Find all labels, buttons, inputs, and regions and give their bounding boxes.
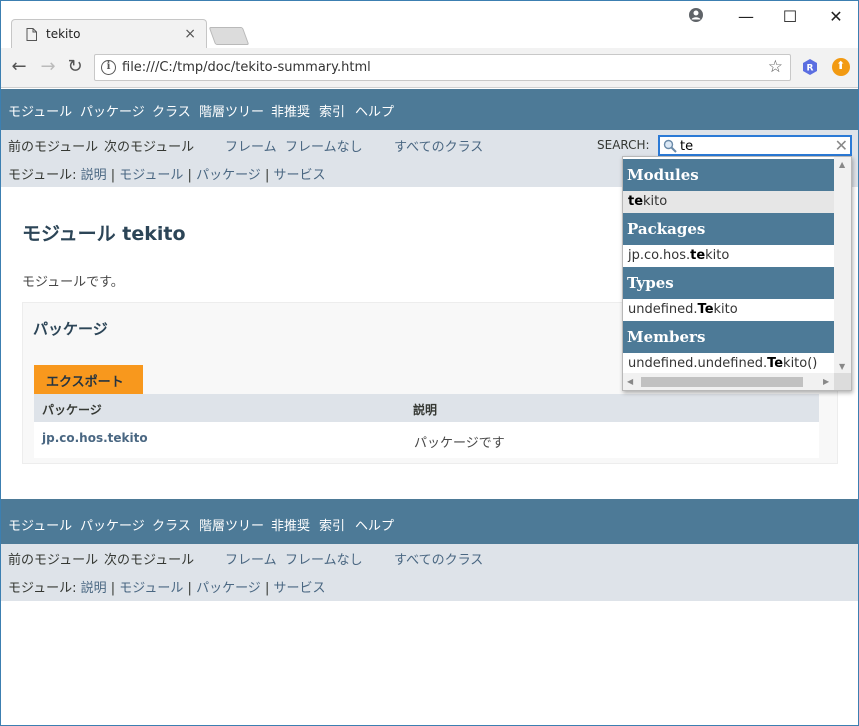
title-bar: tekito × — ☐ ✕ bbox=[1, 1, 858, 49]
ac-vertical-scrollbar[interactable]: ▲ ▼ bbox=[834, 157, 851, 374]
packages-heading: パッケージ bbox=[33, 320, 108, 338]
tab-close-icon[interactable]: × bbox=[184, 26, 196, 42]
scroll-left-icon[interactable]: ◀ bbox=[627, 377, 633, 386]
nav-help[interactable]: ヘルプ bbox=[355, 101, 394, 120]
bottom-nav-tree[interactable]: 階層ツリー bbox=[199, 515, 264, 534]
ac-category-modules: Modules bbox=[623, 159, 835, 191]
nav-package[interactable]: パッケージ bbox=[80, 101, 145, 120]
document-icon bbox=[26, 28, 37, 41]
address-bar[interactable]: i file:///C:/tmp/doc/tekito-summary.html… bbox=[94, 54, 791, 81]
ac-category-members: Members bbox=[623, 321, 835, 353]
search-icon bbox=[663, 139, 677, 153]
package-link[interactable]: jp.co.hos.tekito bbox=[42, 431, 148, 445]
maximize-button[interactable]: ☐ bbox=[780, 7, 800, 26]
back-button[interactable]: ← bbox=[9, 57, 29, 77]
url-text[interactable]: file:///C:/tmp/doc/tekito-summary.html bbox=[122, 60, 371, 75]
bottom-nav-module[interactable]: モジュール bbox=[8, 515, 72, 534]
bottom-nav-class[interactable]: クラス bbox=[152, 515, 191, 534]
ac-horizontal-scrollbar[interactable]: ◀ ▶ bbox=[623, 373, 835, 390]
nav-deprecated[interactable]: 非推奨 bbox=[271, 101, 310, 120]
bottom-breadcrumb-modules[interactable]: モジュール bbox=[119, 581, 183, 596]
bottom-nav-index[interactable]: 索引 bbox=[319, 515, 345, 534]
minimize-button[interactable]: — bbox=[736, 7, 756, 26]
no-frames-link[interactable]: フレームなし bbox=[285, 136, 363, 155]
breadcrumb: モジュール: 説明 | モジュール | パッケージ | サービス bbox=[8, 168, 326, 183]
frames-link[interactable]: フレーム bbox=[225, 136, 277, 155]
ac-item-type[interactable]: undefined.Tekito bbox=[623, 299, 835, 321]
column-header-package: パッケージ bbox=[42, 403, 102, 417]
svg-text:R: R bbox=[807, 64, 814, 74]
breadcrumb-modules[interactable]: モジュール bbox=[119, 168, 183, 183]
search-autocomplete: Modules tekito Packages jp.co.hos.tekito… bbox=[622, 156, 852, 391]
page-title: モジュール tekito bbox=[22, 223, 186, 245]
profile-icon[interactable] bbox=[688, 7, 704, 23]
table-row: jp.co.hos.tekito パッケージです bbox=[34, 422, 819, 458]
all-classes-link[interactable]: すべてのクラス bbox=[394, 136, 483, 155]
top-nav-bar: モジュール パッケージ クラス 階層ツリー 非推奨 索引 ヘルプ bbox=[1, 89, 858, 130]
bottom-no-frames-link[interactable]: フレームなし bbox=[285, 549, 363, 568]
prev-module-link[interactable]: 前のモジュール bbox=[8, 136, 98, 155]
scroll-right-icon[interactable]: ▶ bbox=[823, 377, 829, 386]
bottom-nav-bar: モジュール パッケージ クラス 階層ツリー 非推奨 索引 ヘルプ bbox=[1, 499, 858, 544]
search-input[interactable] bbox=[680, 138, 830, 154]
ac-item-member[interactable]: undefined.undefined.Tekito() bbox=[623, 353, 835, 375]
bottom-breadcrumb-packages[interactable]: パッケージ bbox=[196, 581, 261, 596]
breadcrumb-description[interactable]: 説明 bbox=[81, 168, 107, 183]
info-icon[interactable]: i bbox=[101, 60, 116, 75]
extension-upload-icon[interactable]: ⬆ bbox=[832, 58, 850, 76]
ac-item-module[interactable]: tekito bbox=[623, 191, 835, 213]
browser-tab[interactable]: tekito × bbox=[11, 19, 207, 49]
clear-search-icon[interactable]: ✕ bbox=[835, 136, 848, 155]
nav-index[interactable]: 索引 bbox=[319, 101, 345, 120]
scroll-down-icon[interactable]: ▼ bbox=[839, 362, 845, 371]
search-box[interactable]: ✕ bbox=[658, 135, 852, 156]
ac-category-types: Types bbox=[623, 267, 835, 299]
module-description: モジュールです。 bbox=[22, 275, 124, 290]
nav-module[interactable]: モジュール bbox=[8, 101, 72, 120]
bottom-prev-module-link[interactable]: 前のモジュール bbox=[8, 549, 98, 568]
reload-button[interactable]: ↻ bbox=[65, 57, 85, 77]
bottom-breadcrumb-description[interactable]: 説明 bbox=[81, 581, 107, 596]
tab-title: tekito bbox=[46, 27, 81, 41]
table-header: パッケージ 説明 bbox=[34, 394, 819, 422]
ac-item-package[interactable]: jp.co.hos.tekito bbox=[623, 245, 835, 267]
nav-tree[interactable]: 階層ツリー bbox=[199, 101, 264, 120]
ac-horizontal-thumb[interactable] bbox=[641, 377, 803, 387]
bottom-breadcrumb-services[interactable]: サービス bbox=[273, 581, 325, 596]
column-header-description: 説明 bbox=[413, 403, 438, 417]
bottom-nav-package[interactable]: パッケージ bbox=[80, 515, 145, 534]
new-tab-button[interactable] bbox=[208, 27, 250, 45]
sub-nav-bottom: 前のモジュール 次のモジュール フレーム フレームなし すべてのクラス モジュー… bbox=[1, 544, 858, 601]
export-tab[interactable]: エクスポート bbox=[34, 365, 143, 394]
scrollbar-corner bbox=[834, 373, 851, 390]
nav-class[interactable]: クラス bbox=[152, 101, 191, 120]
bottom-all-classes-link[interactable]: すべてのクラス bbox=[394, 549, 483, 568]
breadcrumb-services[interactable]: サービス bbox=[273, 168, 325, 183]
extension-r-icon[interactable]: R bbox=[801, 58, 819, 76]
next-module-link[interactable]: 次のモジュール bbox=[104, 136, 194, 155]
search-label: SEARCH: bbox=[597, 138, 650, 152]
package-description: パッケージです bbox=[414, 436, 505, 451]
forward-button[interactable]: → bbox=[38, 57, 58, 77]
bookmark-star-icon[interactable]: ☆ bbox=[768, 57, 783, 77]
scroll-up-icon[interactable]: ▲ bbox=[839, 160, 845, 169]
breadcrumb-prefix: モジュール: bbox=[8, 168, 81, 183]
ac-category-packages: Packages bbox=[623, 213, 835, 245]
browser-toolbar: ← → ↻ i file:///C:/tmp/doc/tekito-summar… bbox=[1, 48, 858, 88]
close-window-button[interactable]: ✕ bbox=[826, 7, 846, 26]
browser-window: tekito × — ☐ ✕ ← → ↻ i file:///C:/tmp/do… bbox=[0, 0, 859, 726]
bottom-nav-help[interactable]: ヘルプ bbox=[355, 515, 394, 534]
bottom-frames-link[interactable]: フレーム bbox=[225, 549, 277, 568]
bottom-nav-deprecated[interactable]: 非推奨 bbox=[271, 515, 310, 534]
bottom-breadcrumb: モジュール: 説明 | モジュール | パッケージ | サービス bbox=[8, 581, 326, 596]
breadcrumb-packages[interactable]: パッケージ bbox=[196, 168, 261, 183]
bottom-next-module-link[interactable]: 次のモジュール bbox=[104, 549, 194, 568]
